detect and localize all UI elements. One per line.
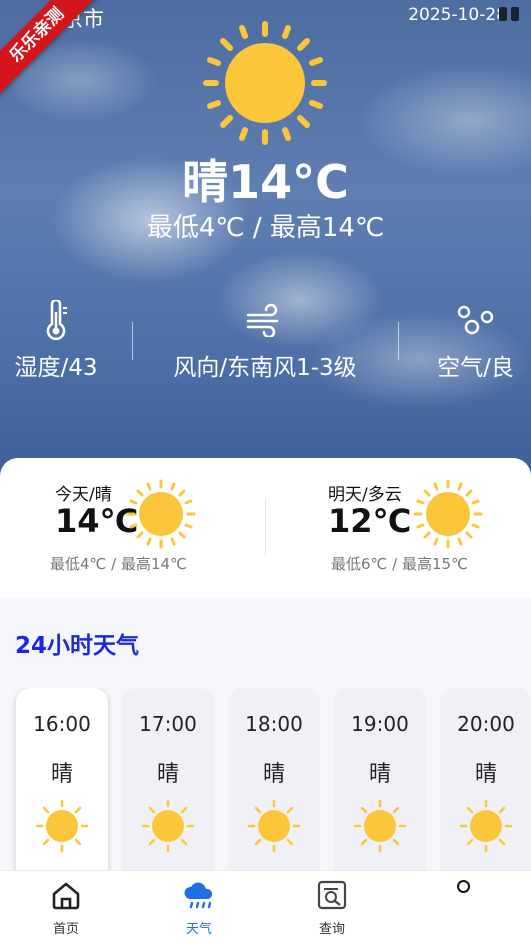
status-icons <box>499 7 519 21</box>
hour-condition: 晴 <box>474 762 497 787</box>
sun-icon <box>353 799 407 853</box>
sun-icon <box>413 479 483 549</box>
search-doc-icon <box>317 880 347 910</box>
hour-card[interactable]: 16:00 晴 <box>16 688 108 870</box>
thermometer-icon <box>46 300 67 340</box>
hour-condition: 晴 <box>262 762 285 787</box>
current-temperature: 晴14°C <box>182 155 349 209</box>
tab-query[interactable]: 查询 <box>292 879 372 937</box>
air-bubbles-icon <box>457 305 493 335</box>
hourly-title: 24小时天气 <box>15 633 140 659</box>
air-metric: 空气/良 <box>420 300 531 382</box>
bottom-tab-bar: 首页 天气 查询 <box>0 870 531 945</box>
metrics-row: 湿度/43 风向/东南风1-3级 空气/良 <box>0 300 531 390</box>
sun-icon <box>459 799 513 853</box>
tab-label: 查询 <box>318 922 345 937</box>
cloud-rain-icon <box>184 882 213 909</box>
hero-section: 乐乐亲测 京市 2025-10-28 晴14°C 最低4℃ / 最高14℃ 湿度… <box>0 0 531 480</box>
divider <box>398 322 399 360</box>
hour-time: 17:00 <box>139 712 197 736</box>
current-range: 最低4℃ / 最高14℃ <box>146 213 385 243</box>
hour-time: 20:00 <box>457 712 515 736</box>
sun-icon <box>126 479 196 549</box>
tab-weather[interactable]: 天气 <box>159 879 239 937</box>
forecast-day-range: 最低6℃ / 最高15℃ <box>331 555 468 573</box>
sun-icon <box>141 799 195 853</box>
hour-condition: 晴 <box>50 762 73 787</box>
hour-card[interactable]: 20:00 晴 <box>440 688 531 870</box>
daily-forecast-card: 今天/晴 14℃ 最低4℃ / 最高14℃ 明天/多云 12℃ 最低6℃ / 最… <box>0 458 531 598</box>
humidity-metric: 湿度/43 <box>0 300 112 382</box>
humidity-label: 湿度/43 <box>14 355 98 381</box>
hourly-list[interactable]: 16:00 晴 17:00 晴 18:00 晴 19:00 晴 20:00 晴 <box>0 688 531 870</box>
hour-condition: 晴 <box>368 762 391 787</box>
divider <box>265 498 266 556</box>
divider <box>132 322 133 360</box>
tab-home[interactable]: 首页 <box>26 879 106 937</box>
sun-icon <box>247 799 301 853</box>
tab-label: 首页 <box>52 922 79 937</box>
floating-dot-button[interactable] <box>457 880 470 893</box>
status-date: 2025-10-28 <box>408 5 507 25</box>
sun-icon <box>203 21 327 145</box>
wind-label: 风向/东南风1-3级 <box>173 355 357 381</box>
home-icon <box>52 882 80 910</box>
air-label: 空气/良 <box>437 355 514 381</box>
sun-icon <box>35 799 89 853</box>
hour-card[interactable]: 18:00 晴 <box>228 688 320 870</box>
hour-time: 19:00 <box>351 712 409 736</box>
hour-card[interactable]: 17:00 晴 <box>122 688 214 870</box>
tab-label: 天气 <box>185 922 212 937</box>
hour-condition: 晴 <box>156 762 179 787</box>
hour-card[interactable]: 19:00 晴 <box>334 688 426 870</box>
wind-icon <box>246 303 279 337</box>
forecast-day-temp: 12℃ <box>328 502 412 540</box>
forecast-day-range: 最低4℃ / 最高14℃ <box>50 555 187 573</box>
hour-time: 18:00 <box>245 712 303 736</box>
hour-time: 16:00 <box>33 712 91 736</box>
wind-metric: 风向/东南风1-3级 <box>150 300 380 382</box>
